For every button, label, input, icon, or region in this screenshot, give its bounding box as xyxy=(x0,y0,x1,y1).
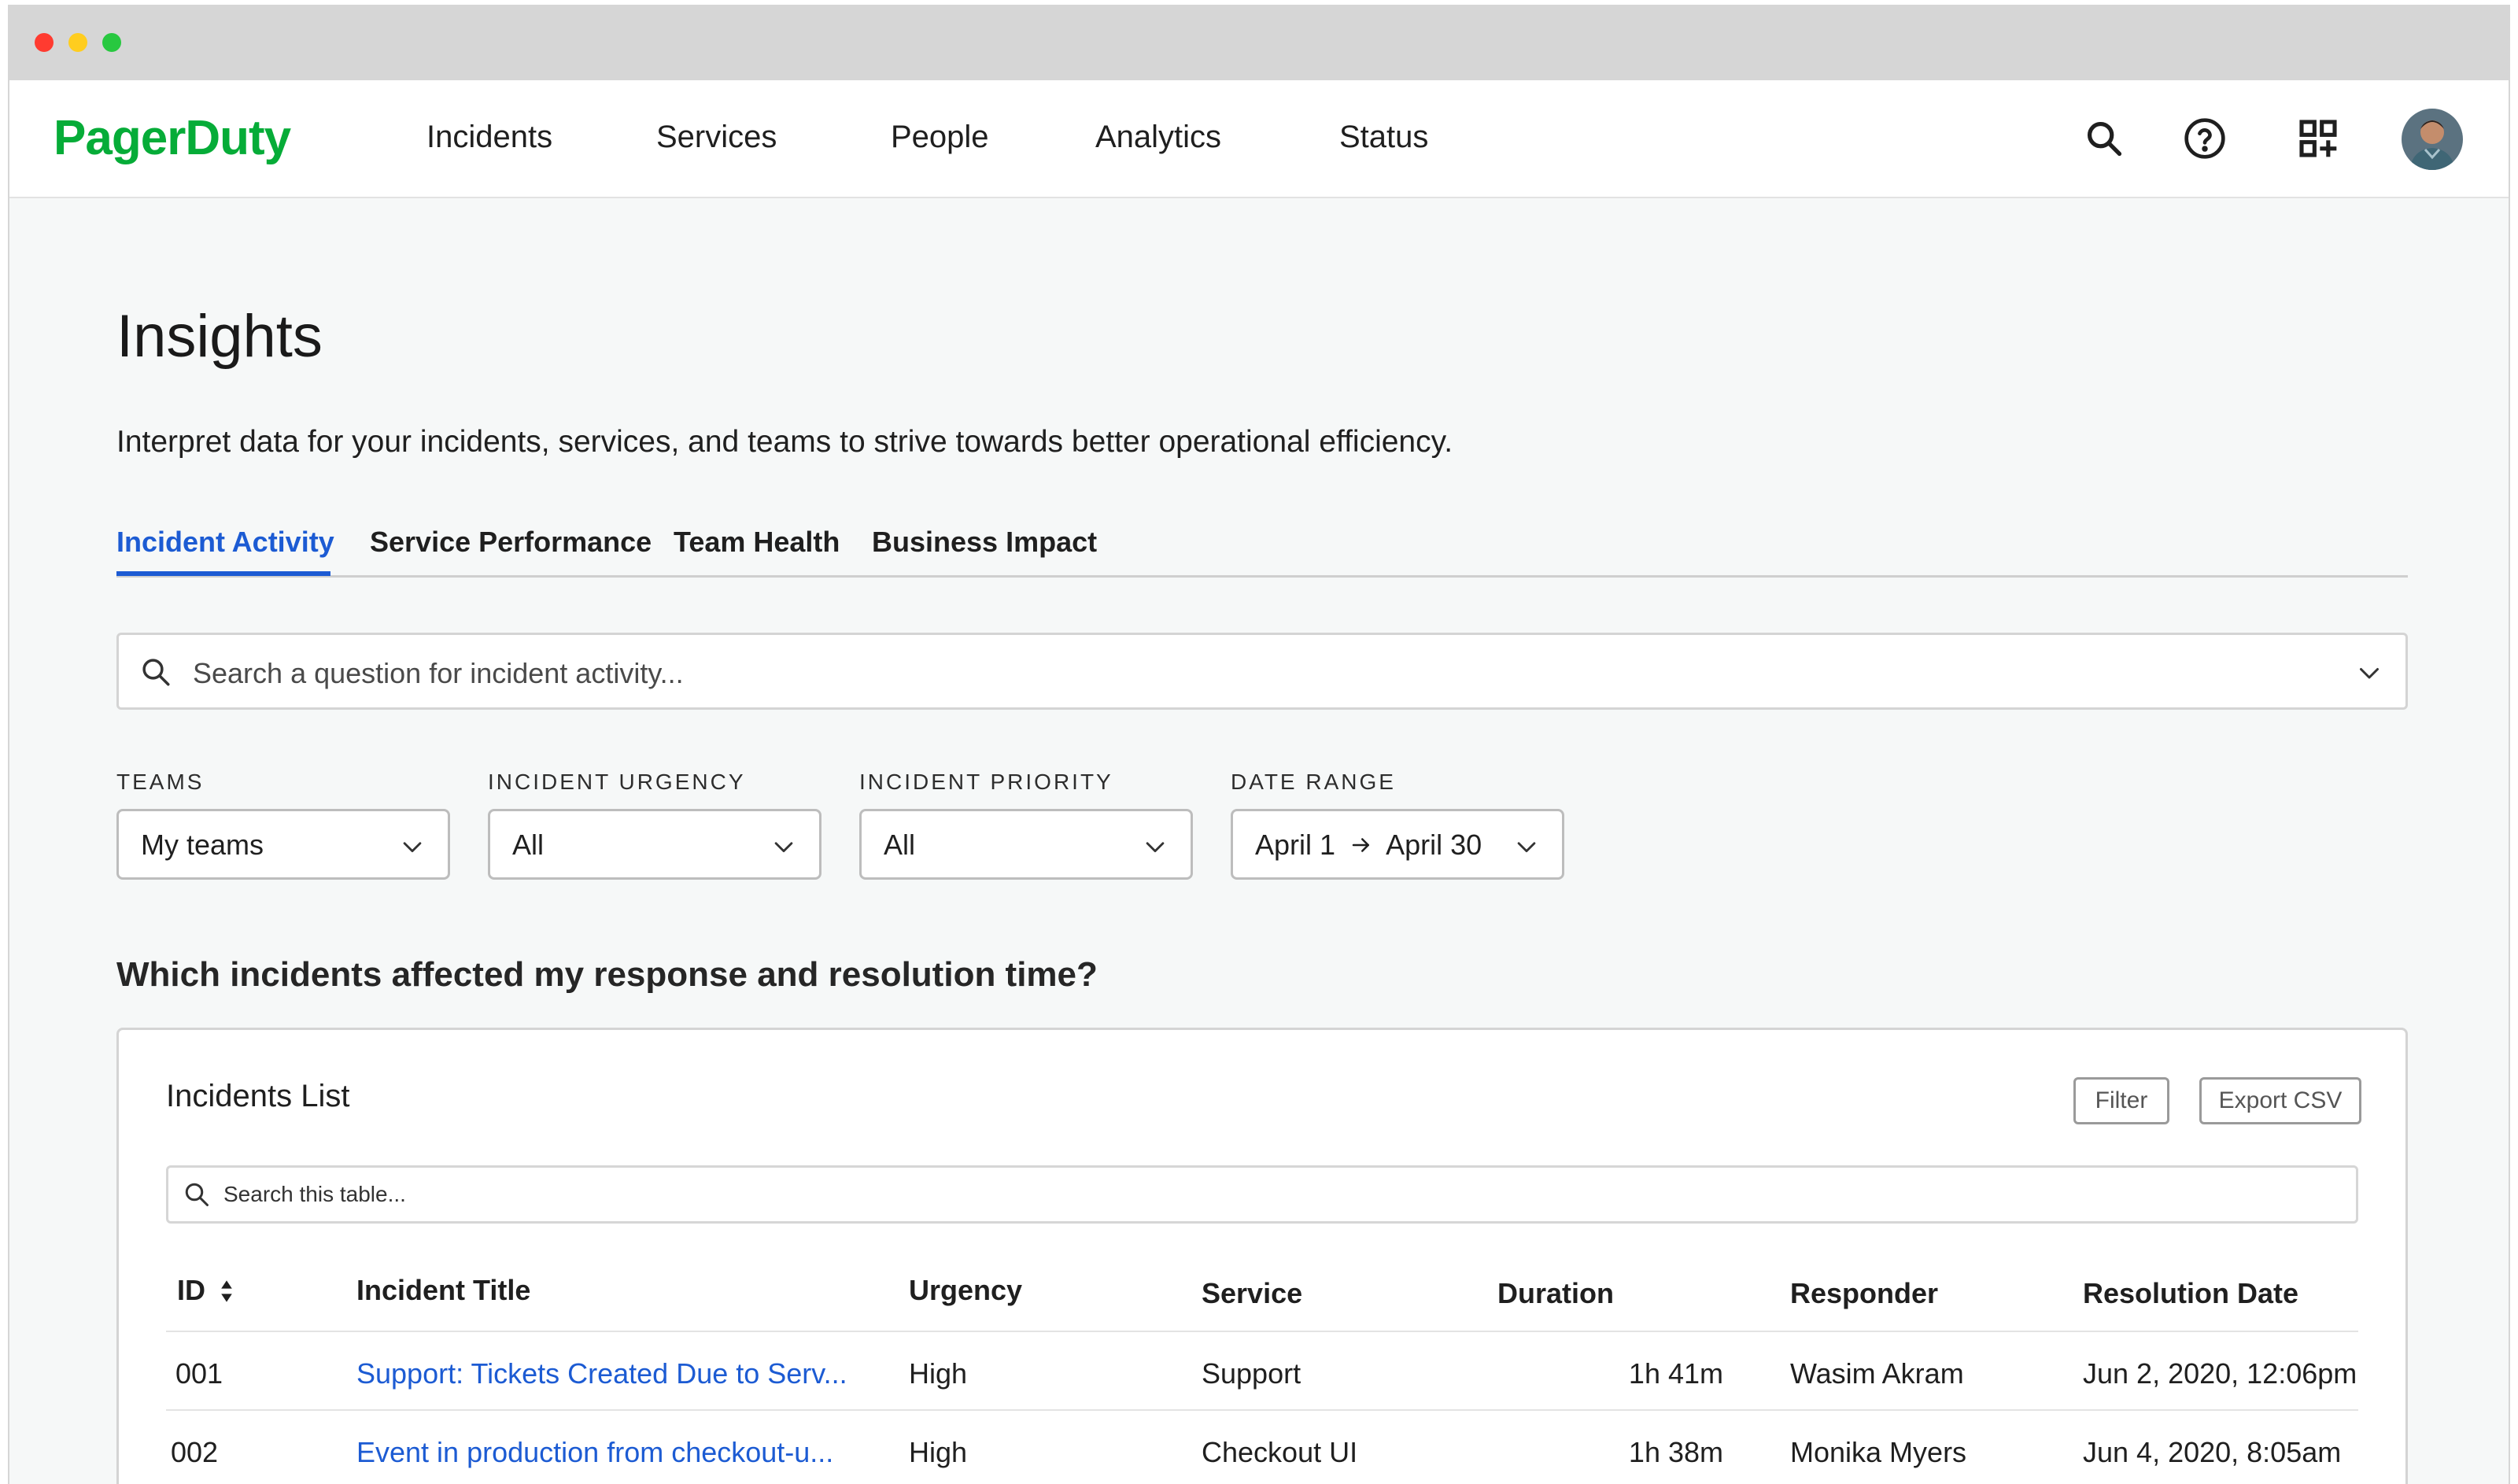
filter-label-urgency: INCIDENT URGENCY xyxy=(488,770,746,794)
page-title: Insights xyxy=(116,303,323,370)
question-search-input[interactable]: Search a question for incident activity.… xyxy=(116,633,2408,710)
column-header-incident-title[interactable]: Incident Title xyxy=(356,1274,530,1307)
chevron-down-icon xyxy=(1142,833,1169,864)
priority-select-value: All xyxy=(884,829,916,861)
column-header-responder[interactable]: Responder xyxy=(1790,1277,1938,1310)
insights-tabs: Incident Activity Service Performance Te… xyxy=(116,518,2408,578)
cell-resolution-date: Jun 2, 2020, 12:06pm xyxy=(2083,1357,2357,1390)
column-header-urgency[interactable]: Urgency xyxy=(909,1274,1022,1307)
arrow-right-icon xyxy=(1352,838,1370,852)
chevron-down-icon xyxy=(770,833,797,864)
column-header-duration[interactable]: Duration xyxy=(1497,1277,1614,1310)
top-navigation: PagerDuty Incidents Services People Anal… xyxy=(9,80,2509,198)
column-header-id[interactable]: ID xyxy=(177,1274,235,1307)
card-title: Incidents List xyxy=(166,1079,350,1113)
date-range-value: April 1 April 30 xyxy=(1255,829,1482,862)
tab-team-health[interactable]: Team Health xyxy=(674,526,840,559)
tab-service-performance[interactable]: Service Performance xyxy=(370,526,652,559)
search-placeholder: Search a question for incident activity.… xyxy=(193,657,684,689)
cell-duration: 1h 41m xyxy=(1628,1357,1723,1390)
chevron-down-icon xyxy=(1513,833,1540,864)
cell-service: Checkout UI xyxy=(1202,1436,1358,1468)
incidents-list-card: Incidents List Filter Export CSV Search … xyxy=(116,1028,2408,1484)
urgency-select[interactable]: All xyxy=(488,809,821,880)
export-csv-button[interactable]: Export CSV xyxy=(2199,1077,2361,1124)
window-close-button[interactable] xyxy=(35,33,54,52)
cell-responder: Wasim Akram xyxy=(1790,1357,1964,1390)
tab-business-impact[interactable]: Business Impact xyxy=(872,526,1097,559)
date-range-from: April 1 xyxy=(1255,829,1336,861)
sort-icon[interactable] xyxy=(218,1278,235,1305)
nav-incidents[interactable]: Incidents xyxy=(426,120,552,155)
cell-id: 001 xyxy=(175,1357,223,1390)
filter-button[interactable]: Filter xyxy=(2073,1077,2169,1124)
cell-urgency: High xyxy=(909,1357,968,1390)
date-range-select[interactable]: April 1 April 30 xyxy=(1231,809,1564,880)
priority-select[interactable]: All xyxy=(859,809,1193,880)
cell-duration: 1h 38m xyxy=(1628,1436,1723,1468)
table-search-input[interactable]: Search this table... xyxy=(166,1165,2358,1224)
teams-select-value: My teams xyxy=(141,829,264,861)
active-tab-indicator xyxy=(116,571,330,576)
tab-incident-activity[interactable]: Incident Activity xyxy=(116,526,334,559)
urgency-select-value: All xyxy=(512,829,545,861)
pagerduty-logo[interactable]: PagerDuty xyxy=(54,110,291,166)
page-description: Interpret data for your incidents, servi… xyxy=(116,425,1453,459)
search-icon xyxy=(183,1180,211,1213)
cell-resolution-date: Jun 4, 2020, 8:05am xyxy=(2083,1436,2342,1468)
incident-title-link[interactable]: Event in production from checkout-u... xyxy=(356,1436,833,1469)
cell-urgency: High xyxy=(909,1436,968,1468)
apps-grid-icon[interactable] xyxy=(2293,113,2343,164)
chevron-down-icon xyxy=(399,833,426,864)
nav-analytics[interactable]: Analytics xyxy=(1095,120,1221,155)
column-header-id-label: ID xyxy=(177,1274,205,1306)
help-icon[interactable] xyxy=(2180,113,2230,164)
nav-people[interactable]: People xyxy=(891,120,989,155)
window-titlebar xyxy=(9,6,2509,80)
cell-responder: Monika Myers xyxy=(1790,1436,1967,1468)
window-zoom-button[interactable] xyxy=(102,33,121,52)
section-question-heading: Which incidents affected my response and… xyxy=(116,955,1098,994)
incident-title-link[interactable]: Support: Tickets Created Due to Serv... xyxy=(356,1357,847,1390)
nav-services[interactable]: Services xyxy=(656,120,777,155)
nav-status[interactable]: Status xyxy=(1339,120,1428,155)
table-row-divider xyxy=(166,1409,2358,1411)
teams-select[interactable]: My teams xyxy=(116,809,450,880)
browser-window: PagerDuty Incidents Services People Anal… xyxy=(8,5,2510,1484)
cell-service: Support xyxy=(1202,1357,1301,1390)
filter-label-priority: INCIDENT PRIORITY xyxy=(859,770,1113,794)
search-icon[interactable] xyxy=(2079,113,2129,164)
search-icon xyxy=(139,655,172,692)
window-minimize-button[interactable] xyxy=(68,33,87,52)
filter-label-teams: TEAMS xyxy=(116,770,205,794)
cell-id: 002 xyxy=(171,1436,219,1468)
column-header-service[interactable]: Service xyxy=(1202,1277,1302,1310)
chevron-down-icon[interactable] xyxy=(2355,659,2383,691)
user-avatar[interactable] xyxy=(2402,109,2463,170)
table-header-divider xyxy=(166,1331,2358,1332)
filter-label-date-range: DATE RANGE xyxy=(1231,770,1396,794)
date-range-to: April 30 xyxy=(1386,829,1482,861)
column-header-resolution-date[interactable]: Resolution Date xyxy=(2083,1277,2298,1310)
table-search-placeholder: Search this table... xyxy=(223,1182,406,1206)
